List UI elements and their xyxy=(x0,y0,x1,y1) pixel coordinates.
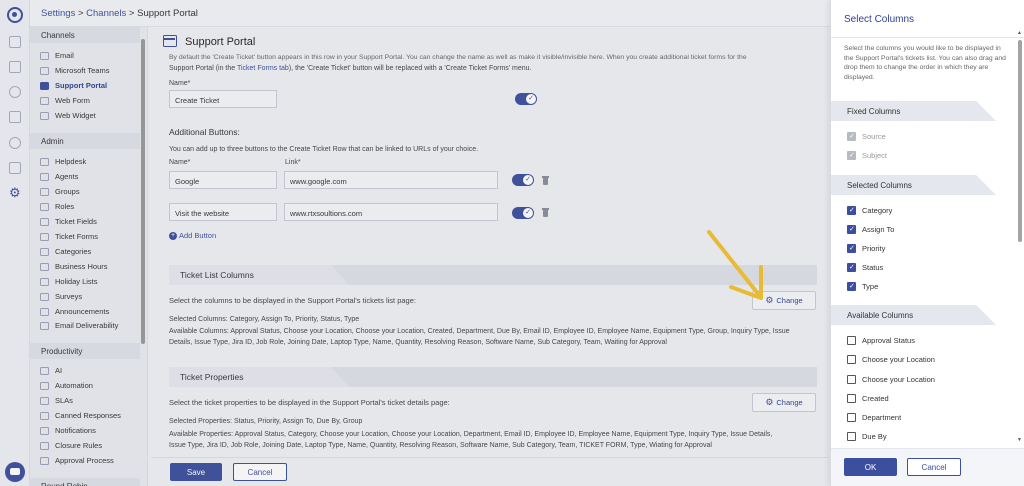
panel-title: Select Columns xyxy=(844,14,915,25)
selected-column-checkbox[interactable]: Assign To xyxy=(847,224,894,235)
fixed-column-checkbox: Subject xyxy=(847,150,887,161)
available-column-checkbox[interactable]: Approval Status xyxy=(847,335,915,346)
panel-scroll-down-icon[interactable]: ▼ xyxy=(1017,437,1022,443)
panel-header: Select Columns xyxy=(831,0,1024,38)
available-column-checkbox[interactable]: Choose your Location xyxy=(847,354,935,365)
selected-column-checkbox[interactable]: Status xyxy=(847,262,883,273)
selected-columns-header: Selected Columns xyxy=(831,175,996,195)
selected-column-checkbox[interactable]: Category xyxy=(847,205,892,216)
panel-scroll-up-icon[interactable]: ▲ xyxy=(1017,30,1022,36)
overlay-dim xyxy=(0,0,830,486)
ok-button[interactable]: OK xyxy=(844,458,897,476)
panel-footer: OK Cancel xyxy=(831,448,1024,486)
available-column-checkbox[interactable]: Choose your Location xyxy=(847,374,935,385)
panel-description: Select the columns you would like to be … xyxy=(844,45,1006,81)
available-column-checkbox[interactable]: Due By xyxy=(847,431,887,442)
available-columns-header: Available Columns xyxy=(831,305,996,325)
available-column-checkbox[interactable]: Created xyxy=(847,393,889,404)
selected-column-checkbox[interactable]: Type xyxy=(847,281,878,292)
available-column-checkbox[interactable]: Department xyxy=(847,412,901,423)
fixed-column-checkbox: Source xyxy=(847,131,886,142)
panel-cancel-button[interactable]: Cancel xyxy=(907,458,961,476)
selected-column-checkbox[interactable]: Priority xyxy=(847,243,885,254)
fixed-columns-header: Fixed Columns xyxy=(831,101,996,121)
select-columns-panel: Select Columns ▲ ▼ Select the columns yo… xyxy=(830,0,1024,486)
panel-scrollbar[interactable] xyxy=(1018,40,1022,242)
